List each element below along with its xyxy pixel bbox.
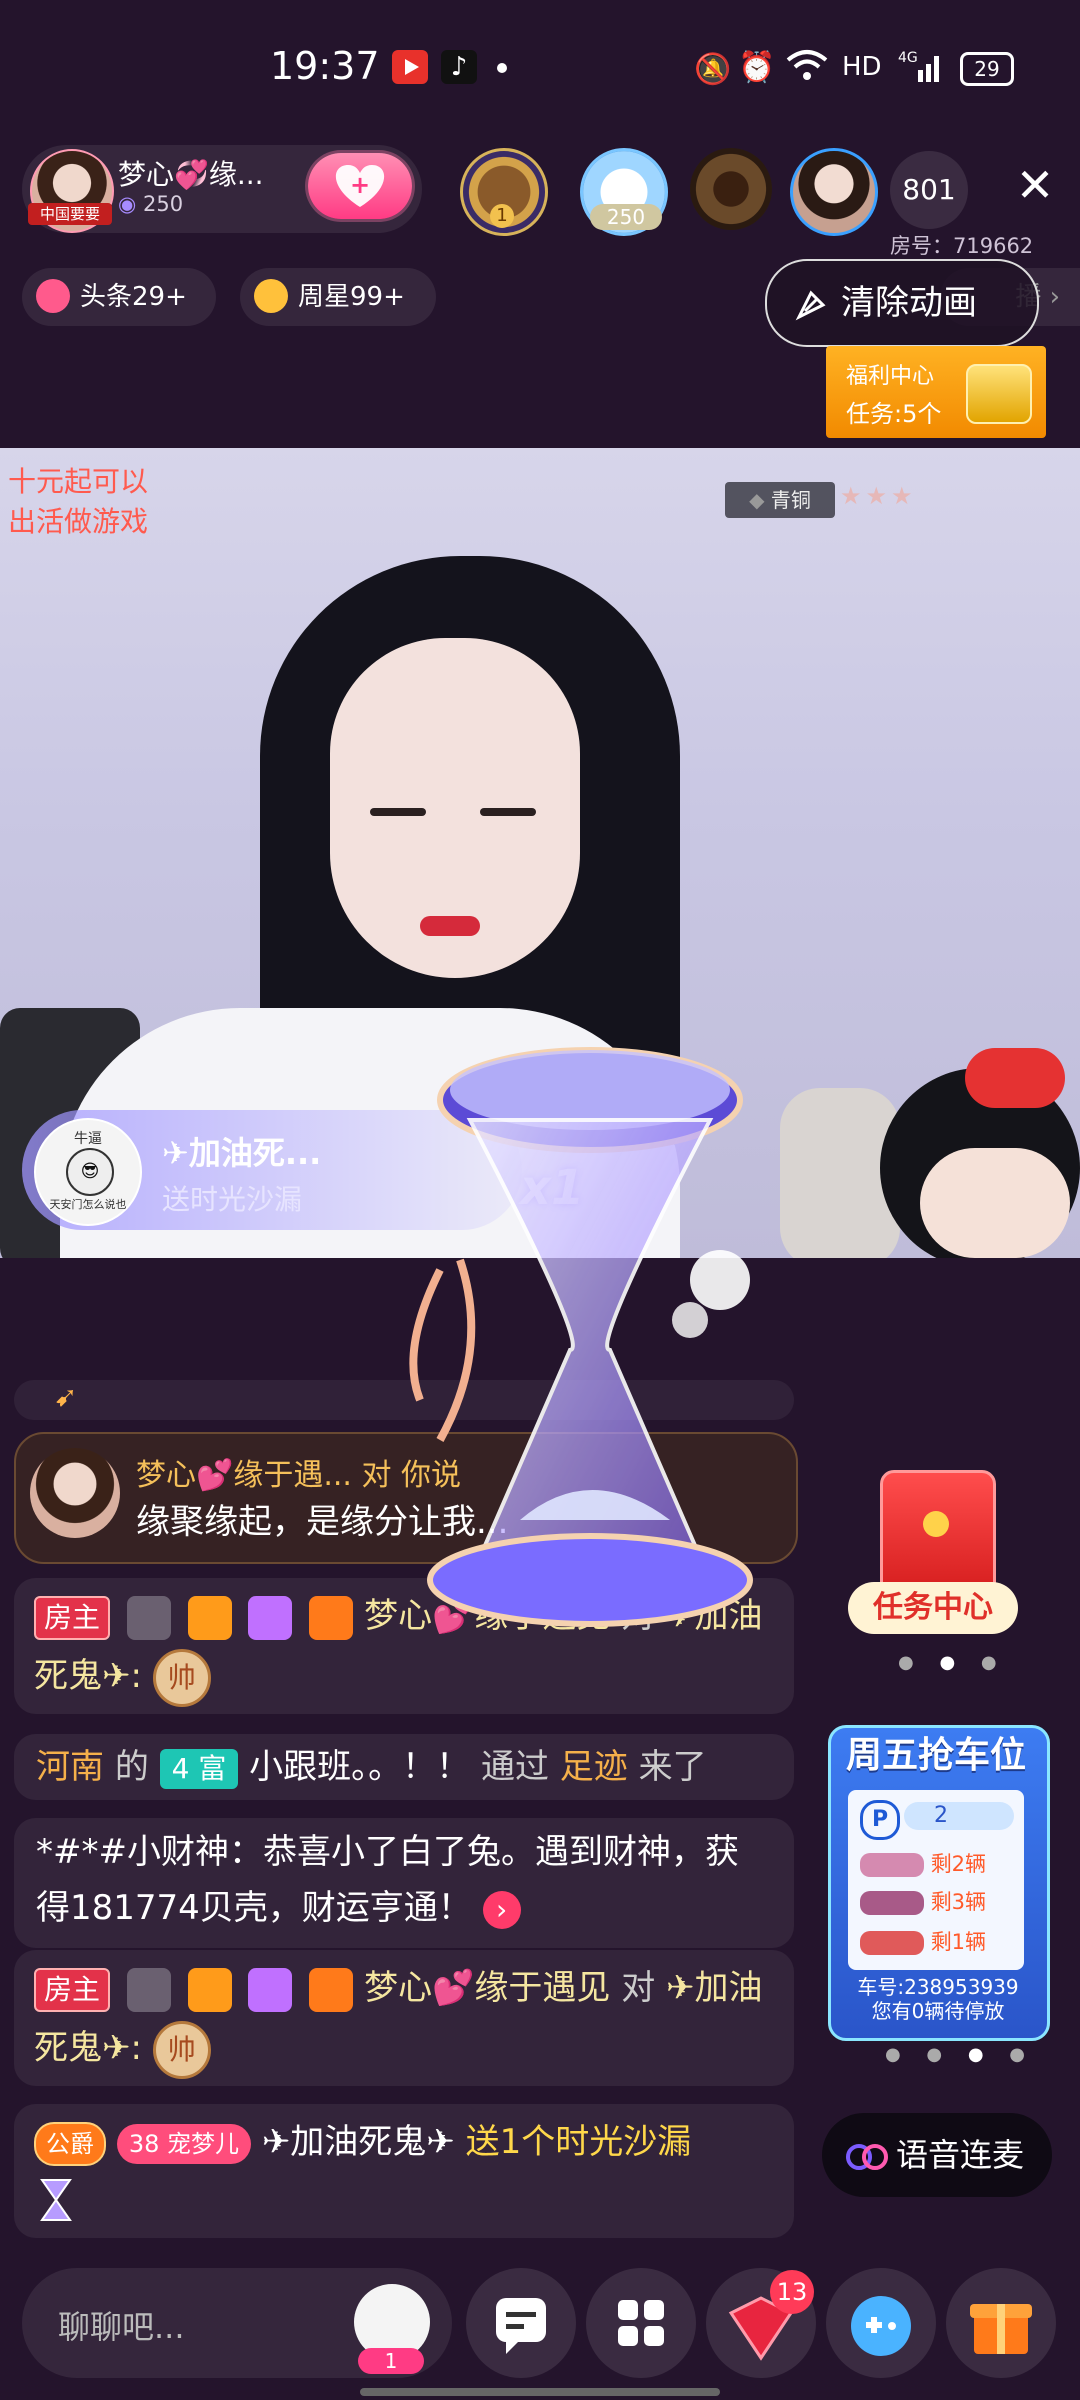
parking-footer: 车号:238953939 您有0辆待停放 — [857, 1975, 1019, 2023]
motorbike-icon — [860, 1891, 924, 1915]
chat-message[interactable]: 房主 梦心💕缘于遇见 对 ✈加油死鬼✈: 帅 — [14, 1950, 794, 2086]
streamer-lips — [420, 916, 480, 936]
battery-icon: 29 — [960, 52, 1014, 86]
parking-panel: P 2 剩2辆 剩3辆 剩1辆 — [848, 1790, 1024, 1970]
video-app-icon — [392, 50, 428, 84]
close-icon[interactable]: ✕ — [1010, 160, 1060, 210]
more-apps-button[interactable] — [586, 2268, 696, 2378]
gift-box-icon — [970, 2304, 1032, 2354]
pet-badge: 38 宠梦儿 — [116, 2123, 251, 2164]
broom-icon — [791, 261, 831, 345]
treasure-chest-icon — [966, 364, 1032, 424]
car-icon — [860, 1853, 924, 1877]
hourglass-gift-animation — [409, 1047, 753, 1627]
chat-message[interactable]: 公爵 38 宠梦儿 ✈加油死鬼✈ 送1个时光沙漏 — [14, 2104, 794, 2238]
chat-message[interactable]: 河南 的 4 富 小跟班。。！！ 通过 足迹 来了 — [14, 1734, 794, 1800]
host-badge: 房主 — [34, 1595, 111, 1640]
task-center[interactable]: 任务中心 — [848, 1470, 1028, 1640]
alarm-icon: ⏰ — [738, 50, 776, 85]
viewer-badge-2: 250 — [590, 204, 662, 230]
rank-stars: ★★★ — [840, 482, 917, 510]
diamond-icon: ◆ — [749, 488, 771, 512]
dot-icon — [497, 63, 507, 73]
task-center-label: 任务中心 — [848, 1582, 1018, 1634]
medal-shield-icon — [309, 1595, 354, 1640]
hd-label: HD — [842, 52, 882, 82]
parking-spot: 2 — [904, 1802, 1014, 1830]
pinned-avatar[interactable] — [30, 1448, 120, 1538]
viewer-count[interactable]: 801 — [890, 151, 968, 229]
hourglass-small-icon — [34, 2176, 78, 2224]
streamer-eye-left — [370, 808, 426, 816]
chat-message[interactable]: *#*#小财神：恭喜小了白了兔。遇到财神，获得181774贝壳，财运亨通！ › — [14, 1818, 794, 1948]
welfare-tasks: 任务:5个 — [846, 400, 942, 428]
task-pager-dots: ● ● ● — [898, 1652, 1007, 1673]
medal-orange-icon — [187, 1967, 232, 2012]
bicycle-icon — [860, 1931, 924, 1955]
tiktok-icon: ♪ — [441, 50, 477, 84]
chat-input[interactable]: 聊聊吧... 1 — [22, 2268, 452, 2378]
medal-purple-icon — [248, 1595, 293, 1640]
plush-face — [920, 1148, 1070, 1258]
game-controller-icon — [851, 2296, 911, 2356]
welfare-center[interactable]: 福利中心 任务:5个 — [826, 346, 1046, 438]
heart-plus-icon: + — [335, 165, 385, 207]
rocket-icon: ➹ — [54, 1380, 78, 1413]
rich-level-badge: 4 富 — [159, 1748, 239, 1789]
status-bar: 19:37 ♪ 🔕 ⏰ HD 4G 29 — [0, 0, 1080, 135]
viewer-avatar-3[interactable] — [690, 148, 772, 230]
notification-badge: 13 — [770, 2270, 814, 2314]
headline-chip[interactable]: 头条29+ — [22, 268, 216, 326]
host-name: 梦心💞缘... — [118, 158, 264, 191]
weekly-star-chip[interactable]: 周星99+ — [240, 268, 436, 326]
voice-connect-button[interactable]: 语音连麦 — [822, 2113, 1052, 2197]
chat-bubble-icon — [496, 2298, 546, 2354]
medal-purple-icon — [248, 1967, 293, 2012]
flame-icon — [36, 278, 70, 313]
streamer-eye-right — [480, 808, 536, 816]
room-number: 房号：719662 — [890, 234, 1034, 258]
gift-button[interactable] — [946, 2268, 1056, 2378]
gift-sender-name: ✈加油死... — [162, 1134, 322, 1172]
host-tag: 中国要要 — [28, 203, 112, 225]
grid-icon — [618, 2300, 664, 2346]
clock: 19:37 — [270, 44, 380, 88]
svg-text:4G: 4G — [898, 50, 918, 66]
stream-overlay-text: 十元起可以 出活做游戏 — [8, 465, 149, 538]
viewer-avatar-4[interactable] — [790, 148, 878, 236]
parking-p-icon: P — [860, 1800, 900, 1840]
duke-badge: 公爵 — [34, 2121, 106, 2166]
medal-orange-icon — [187, 1595, 232, 1640]
medal-shield-icon — [309, 1967, 354, 2012]
plush-bow — [965, 1048, 1065, 1108]
host-likes: ◉ 250 — [118, 192, 184, 216]
clear-animation-button[interactable]: 清除动画 — [765, 259, 1039, 347]
link-icon — [844, 2113, 890, 2197]
welfare-title: 福利中心 — [846, 364, 935, 389]
coin-icon: 帅 — [152, 1648, 211, 1707]
parking-title: 周五抢车位 — [845, 1735, 1026, 1776]
wifi-icon — [786, 48, 828, 86]
gift-description: 送时光沙漏 — [162, 1183, 303, 1216]
signal-icon: 4G — [898, 48, 944, 88]
host-badge: 房主 — [34, 1967, 111, 2012]
rank-badge: ◆ 青铜 — [725, 482, 835, 518]
meme-face-icon: 😎 — [66, 1148, 114, 1196]
game-button[interactable] — [826, 2268, 936, 2378]
home-indicator — [360, 2388, 720, 2396]
gift-sender-avatar[interactable]: 牛逼 😎 天安门怎么说也 — [34, 1118, 142, 1226]
coin-icon: 帅 — [152, 2020, 211, 2079]
message-button[interactable] — [466, 2268, 576, 2378]
mute-icon: 🔕 — [694, 52, 732, 87]
follow-button[interactable]: + — [308, 153, 412, 219]
rank-diamond-icon — [126, 1595, 171, 1640]
arrow-right-icon[interactable]: › — [482, 1890, 521, 1929]
parking-pager-dots: ● ● ● ● — [885, 2044, 1036, 2065]
viewer-badge-1: 1 — [490, 204, 514, 228]
star-icon — [254, 278, 288, 313]
red-envelope-icon — [880, 1470, 996, 1596]
gift-avatar-count: 1 — [358, 2348, 424, 2374]
rank-diamond-icon — [126, 1967, 171, 2012]
svg-text:+: + — [350, 171, 370, 199]
